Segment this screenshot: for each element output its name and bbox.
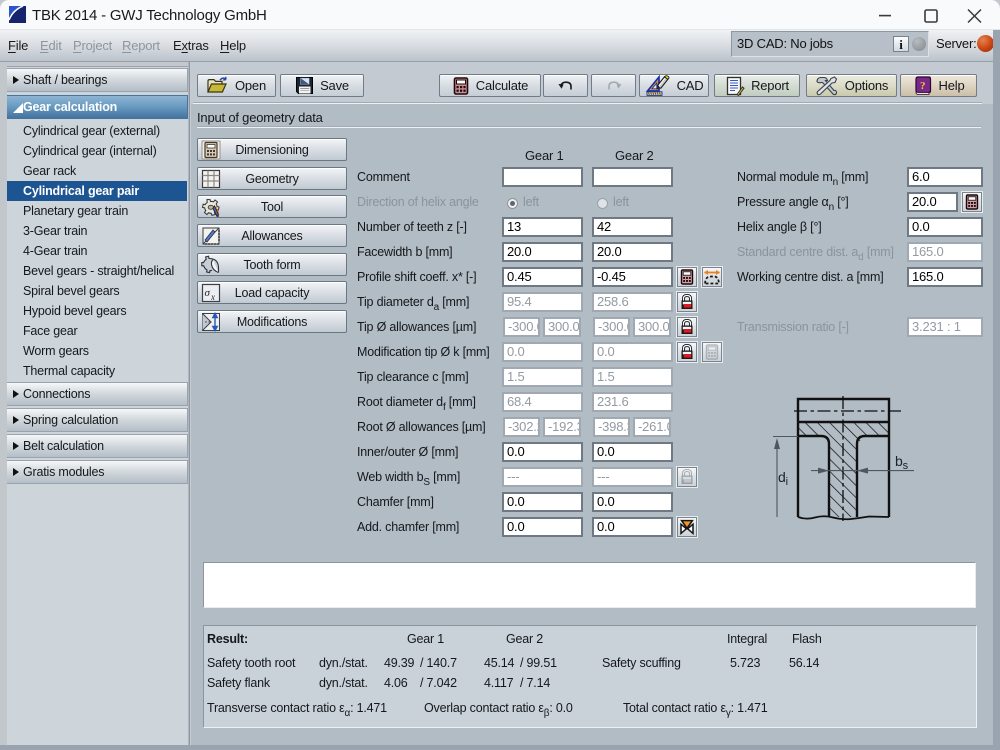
svg-text:?: ? <box>920 80 925 92</box>
svg-text:bs: bs <box>895 453 909 472</box>
svg-text:di: di <box>778 469 788 488</box>
